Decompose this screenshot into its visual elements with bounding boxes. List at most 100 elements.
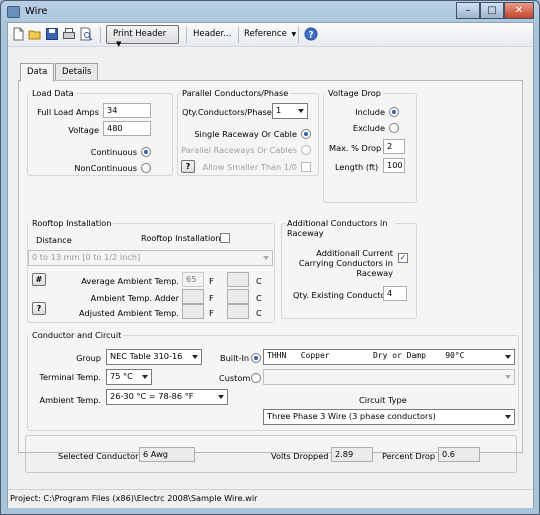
tab-details[interactable]: Details	[55, 63, 99, 81]
single-raceway-label: Single Raceway Or Cable	[194, 129, 297, 139]
maximize-icon[interactable]: □	[480, 2, 504, 19]
avg-ambient-unit-c: C	[256, 276, 262, 286]
window-controls: – □ ✕	[456, 2, 534, 19]
new-file-icon[interactable]	[11, 27, 25, 41]
help-icon[interactable]: ?	[304, 27, 318, 41]
volts-dropped-label: Volts Dropped	[271, 451, 329, 461]
avg-ambient-input[interactable]: 65	[182, 272, 204, 287]
selected-conductor-value: 6 Awg	[139, 447, 195, 462]
additional-conductors-title: Additional Conductors in Raceway	[285, 218, 395, 238]
group-select[interactable]: NEC Table 310-16	[106, 349, 202, 365]
length-label: Length (ft)	[335, 162, 379, 172]
circuit-type-select[interactable]: Three Phase 3 Wire (3 phase conductors)	[263, 409, 515, 425]
circuit-type-label: Circuit Type	[359, 395, 407, 405]
builtin-radio[interactable]	[251, 353, 261, 363]
reference-menu-label: Reference	[244, 29, 287, 39]
voltage-drop-title: Voltage Drop	[326, 88, 384, 98]
current-carrying-label: Additionall Current Carrying Conductors …	[298, 248, 393, 278]
include-label: Include	[355, 107, 385, 117]
toolbar-separator	[100, 27, 101, 43]
save-icon[interactable]	[45, 27, 59, 41]
open-folder-icon[interactable]	[28, 27, 42, 41]
distance-label: Distance	[36, 235, 72, 245]
toolbar-separator	[238, 27, 239, 43]
ambient-temp-select[interactable]: 26-30 °C = 78-86 °F	[106, 389, 228, 405]
qty-conductors-label: Qty.Conductors/Phase	[182, 107, 272, 117]
group-label: Group	[76, 353, 101, 363]
distance-select[interactable]: 0 to 13 mm [0 to 1/2 inch]	[28, 250, 273, 266]
continuous-radio[interactable]	[141, 147, 151, 157]
qty-existing-label: Qty. Existing Conductors	[293, 290, 394, 300]
chevron-down-icon	[218, 395, 224, 399]
circuit-type-value: Three Phase 3 Wire (3 phase conductors)	[267, 411, 436, 421]
print-header-label: Print Header	[113, 29, 167, 39]
parallel-raceways-label: Parallel Raceways Or Cables	[181, 145, 297, 155]
current-carrying-checkbox[interactable]: ✓	[398, 253, 408, 263]
custom-radio[interactable]	[251, 373, 261, 383]
chevron-down-icon	[142, 375, 148, 379]
close-icon[interactable]: ✕	[504, 2, 534, 19]
rooftop-install-label: Rooftop Installation	[141, 233, 221, 243]
length-input[interactable]: 100	[383, 158, 405, 173]
temp-adder-f-input[interactable]	[182, 289, 204, 304]
qty-conductors-select[interactable]: 1	[272, 103, 308, 119]
ambient-temp-label: Ambient Temp.	[39, 395, 101, 405]
builtin-conductor-select[interactable]: THHN Copper Dry or Damp 90°C	[263, 349, 515, 365]
builtin-conductor-value: THHN Copper Dry or Damp 90°C	[267, 351, 465, 360]
temp-adder-label: Ambient Temp. Adder	[90, 293, 179, 303]
rooftop-title: Rooftop Installation	[30, 218, 114, 228]
header-menu[interactable]: Header...	[193, 29, 231, 39]
print-preview-icon[interactable]	[79, 27, 93, 41]
terminal-temp-value: 75 °C	[110, 371, 133, 381]
chevron-down-icon	[263, 256, 269, 260]
rooftop-help-button[interactable]: ?	[32, 302, 46, 315]
client-area: Print Header ▼ Header... Reference ▼ ? D…	[7, 22, 534, 508]
parallel-title: Parallel Conductors/Phase	[180, 88, 291, 98]
status-bar: Project: C:\Program Files (x86)\Electrc …	[8, 489, 533, 508]
reference-menu[interactable]: Reference ▼	[244, 29, 296, 39]
tab-data[interactable]: Data	[20, 63, 55, 82]
exclude-radio[interactable]	[389, 123, 399, 133]
parallel-raceways-radio[interactable]	[301, 145, 311, 155]
allow-smaller-checkbox[interactable]	[301, 162, 311, 172]
selected-conductor-label: Selected Conductor	[58, 451, 139, 461]
full-load-amps-input[interactable]: 34	[103, 103, 151, 118]
single-raceway-radio[interactable]	[301, 129, 311, 139]
avg-ambient-label: Average Ambient Temp.	[81, 276, 179, 286]
rooftop-install-checkbox[interactable]	[220, 233, 230, 243]
percent-drop-label: Percent Drop	[382, 451, 436, 461]
chevron-down-icon	[505, 375, 511, 379]
rooftop-hash-button[interactable]: #	[32, 273, 46, 286]
chevron-down-icon	[192, 355, 198, 359]
conductor-circuit-title: Conductor and Circuit	[30, 330, 124, 340]
include-radio[interactable]	[389, 107, 399, 117]
chevron-down-icon	[298, 109, 304, 113]
temp-adder-unit-f: F	[209, 293, 214, 303]
adjusted-ambient-c-input[interactable]	[227, 304, 249, 319]
adjusted-ambient-label: Adjusted Ambient Temp.	[79, 308, 179, 318]
terminal-temp-select[interactable]: 75 °C	[106, 369, 152, 385]
temp-adder-c-input[interactable]	[227, 289, 249, 304]
max-drop-input[interactable]: 2	[383, 139, 405, 154]
volts-dropped-value: 2.89	[331, 447, 373, 462]
avg-ambient-c-input[interactable]	[227, 272, 249, 287]
dropdown-arrow-icon: ▼	[116, 40, 122, 48]
noncontinuous-radio[interactable]	[141, 163, 151, 173]
custom-label: Custom	[219, 373, 251, 383]
project-path: Project: C:\Program Files (x86)\Electrc …	[10, 493, 258, 503]
parallel-help-button[interactable]: ?	[181, 160, 195, 173]
svg-text:?: ?	[308, 31, 313, 41]
distance-value: 0 to 13 mm [0 to 1/2 inch]	[32, 252, 141, 262]
print-icon[interactable]	[62, 27, 76, 41]
print-header-dropdown[interactable]: Print Header ▼	[106, 25, 179, 48]
minimize-icon[interactable]: –	[456, 2, 480, 19]
allow-smaller-label: Allow Smaller Than 1/0	[202, 162, 297, 172]
qty-existing-input[interactable]: 4	[383, 286, 407, 301]
voltage-input[interactable]: 480	[103, 121, 151, 136]
full-load-amps-label: Full Load Amps	[37, 107, 99, 117]
voltage-label: Voltage	[68, 125, 99, 135]
window-title: Wire	[25, 6, 48, 17]
adjusted-ambient-f-input[interactable]	[182, 304, 204, 319]
exclude-label: Exclude	[352, 123, 385, 133]
custom-conductor-select[interactable]	[263, 369, 515, 385]
